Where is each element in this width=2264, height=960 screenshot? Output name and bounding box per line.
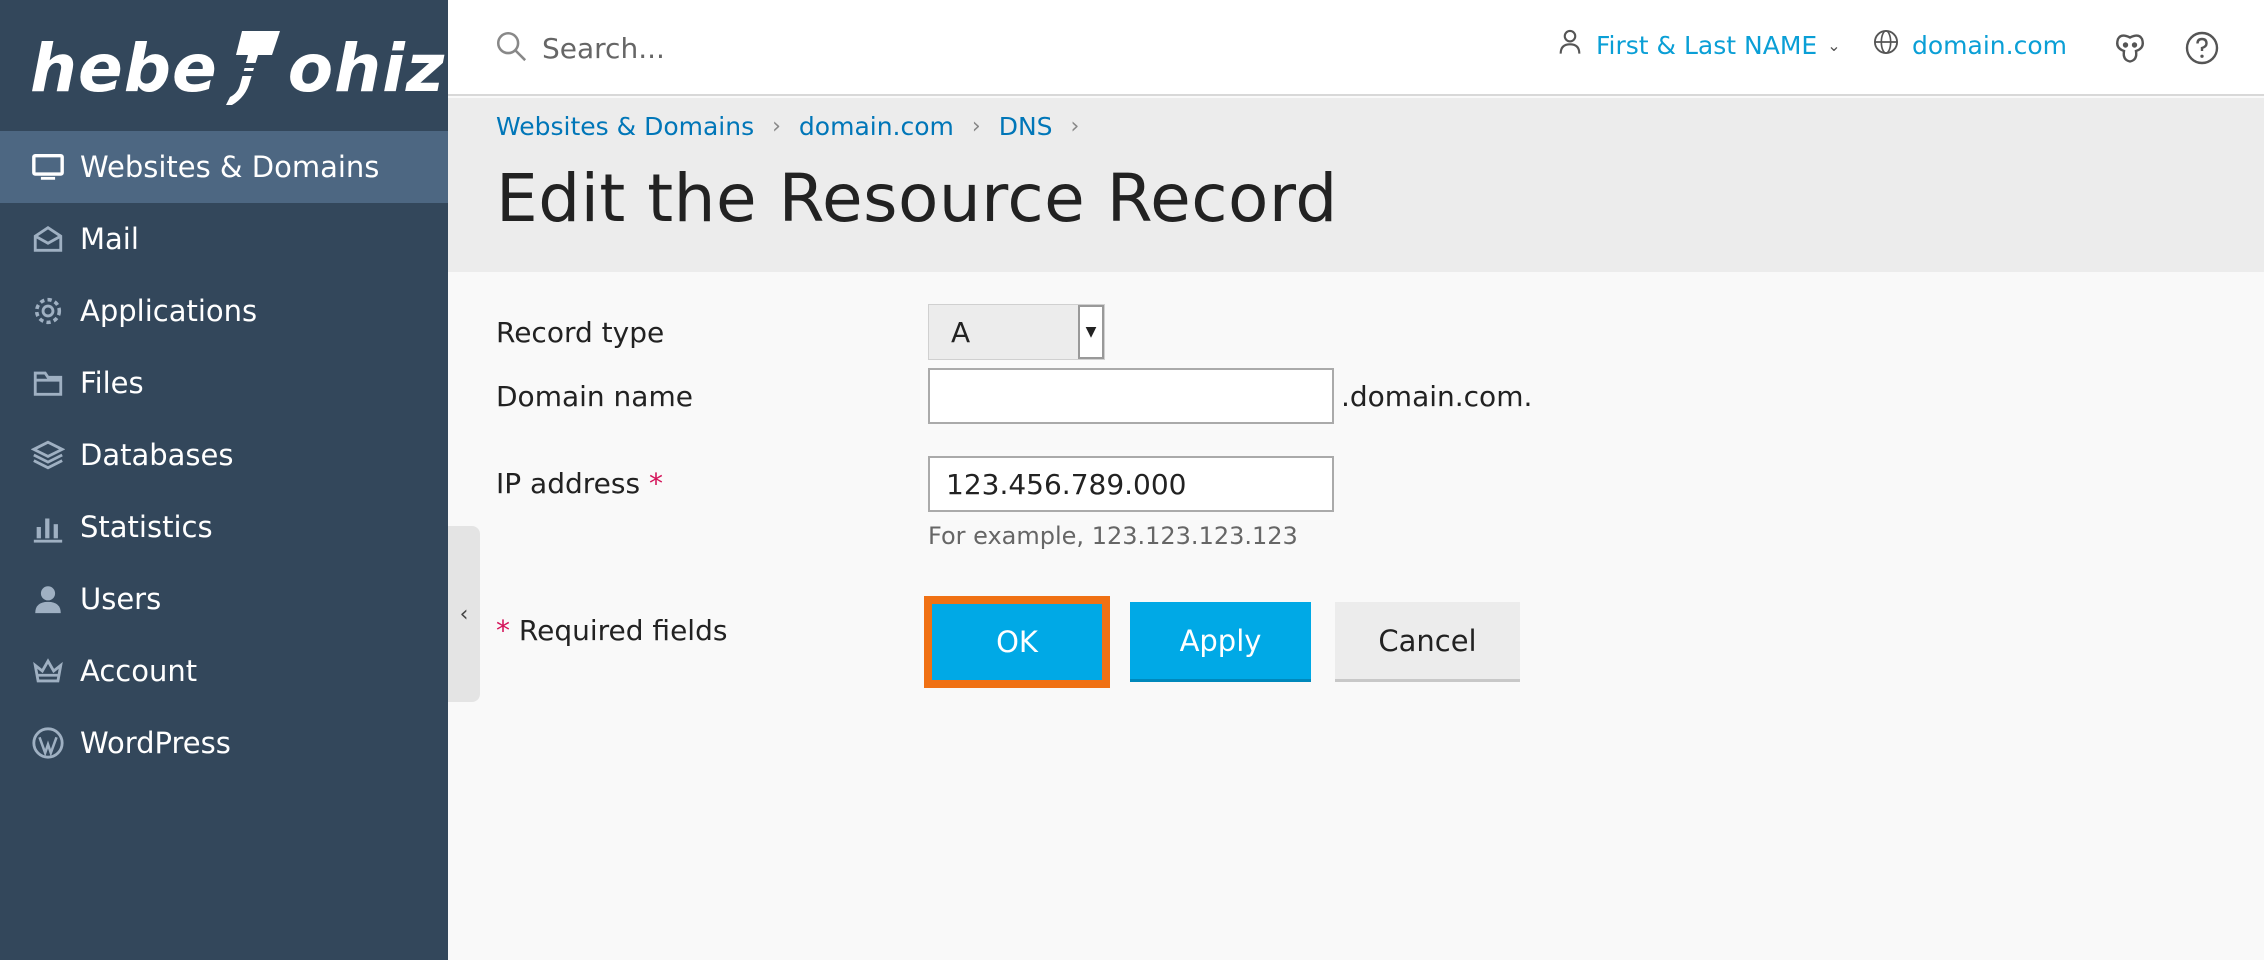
required-asterisk: *: [496, 614, 510, 647]
apply-button[interactable]: Apply: [1130, 602, 1311, 682]
sidebar-item-statistics[interactable]: Statistics: [0, 491, 448, 563]
sidebar-item-label: Account: [80, 654, 198, 688]
required-fields-note: * Required fields: [496, 614, 727, 647]
search-bar: [494, 24, 1142, 72]
required-asterisk: *: [648, 467, 663, 500]
top-header: First & Last NAME ⌄ domain.com: [448, 0, 2264, 96]
domain-name-input[interactable]: [928, 368, 1334, 424]
sidebar-item-mail[interactable]: Mail: [0, 203, 448, 275]
user-icon: [1556, 28, 1596, 62]
breadcrumb-domain[interactable]: domain.com: [799, 112, 954, 141]
record-type-value: A: [951, 315, 971, 349]
gear-icon: [30, 293, 66, 329]
domain-selector[interactable]: domain.com: [1872, 28, 2067, 62]
sidebar-item-account[interactable]: Account: [0, 635, 448, 707]
sidebar-item-wordpress[interactable]: WordPress: [0, 707, 448, 779]
extensions-icon[interactable]: [2112, 30, 2148, 66]
sidebar-item-label: Users: [80, 582, 162, 616]
user-icon: [30, 581, 66, 617]
record-type-label: Record type: [496, 316, 665, 349]
monitor-icon: [30, 149, 66, 185]
sidebar-item-label: Applications: [80, 294, 258, 328]
sidebar-item-databases[interactable]: Databases: [0, 419, 448, 491]
sidebar-item-label: Mail: [80, 222, 139, 256]
layers-icon: [30, 437, 66, 473]
sidebar-nav: Websites & Domains Mail Applications Fil…: [0, 131, 448, 779]
chevron-right-icon: ›: [772, 114, 781, 139]
cancel-button[interactable]: Cancel: [1335, 602, 1520, 682]
envelope-icon: [30, 221, 66, 257]
logo-text-left: hebe: [30, 29, 218, 107]
ip-address-label-text: IP address: [496, 467, 641, 500]
breadcrumb-dns[interactable]: DNS: [999, 112, 1053, 141]
domain-name: domain.com: [1912, 30, 2067, 60]
page-header: Websites & Domains › domain.com › DNS › …: [448, 98, 2264, 272]
sidebar-item-users[interactable]: Users: [0, 563, 448, 635]
globe-icon: [1872, 28, 1912, 62]
domain-suffix: .domain.com.: [1341, 380, 1533, 413]
crown-icon: [30, 653, 66, 689]
sidebar-item-label: Databases: [80, 438, 234, 472]
sidebar-item-label: Statistics: [80, 510, 213, 544]
chevron-right-icon: ›: [1070, 114, 1080, 139]
sidebar-item-label: Files: [80, 366, 144, 400]
user-name: First & Last NAME: [1596, 30, 1818, 60]
ip-address-label: IP address *: [496, 467, 663, 500]
chevron-right-icon: ›: [971, 114, 981, 139]
required-fields-text: Required fields: [518, 614, 728, 647]
logo[interactable]: hebe ohiz: [30, 18, 444, 118]
wordpress-icon: [30, 725, 66, 761]
breadcrumb-websites-domains[interactable]: Websites & Domains: [496, 112, 754, 141]
chevron-down-icon: ⌄: [1827, 35, 1841, 55]
breadcrumb: Websites & Domains › domain.com › DNS ›: [496, 112, 1097, 141]
sidebar-item-applications[interactable]: Applications: [0, 275, 448, 347]
ip-address-input[interactable]: [928, 456, 1334, 512]
sidebar-item-label: WordPress: [80, 726, 231, 760]
folder-icon: [30, 365, 66, 401]
logo-text-right: ohiz: [287, 29, 446, 107]
domain-name-label: Domain name: [496, 380, 693, 413]
ip-address-hint: For example, 123.123.123.123: [928, 522, 1298, 550]
logo-mark-icon: [222, 25, 284, 111]
search-icon: [494, 29, 528, 67]
search-input[interactable]: [542, 31, 1142, 65]
help-icon[interactable]: [2184, 30, 2220, 66]
caret-down-icon: ▼: [1078, 305, 1104, 359]
sidebar-item-label: Websites & Domains: [80, 150, 380, 184]
sidebar-item-files[interactable]: Files: [0, 347, 448, 419]
bar-chart-icon: [30, 509, 66, 545]
chevron-left-icon: ‹: [459, 601, 469, 627]
sidebar-item-websites-domains[interactable]: Websites & Domains: [0, 131, 448, 203]
page-title: Edit the Resource Record: [496, 160, 1338, 237]
ok-button[interactable]: OK: [924, 596, 1110, 688]
record-type-select[interactable]: A ▼: [928, 304, 1105, 360]
user-menu[interactable]: First & Last NAME ⌄: [1556, 28, 1841, 62]
sidebar: hebe ohiz Websites & Domains Mail Applic…: [0, 0, 448, 960]
sidebar-collapse-handle[interactable]: ‹: [448, 526, 480, 702]
